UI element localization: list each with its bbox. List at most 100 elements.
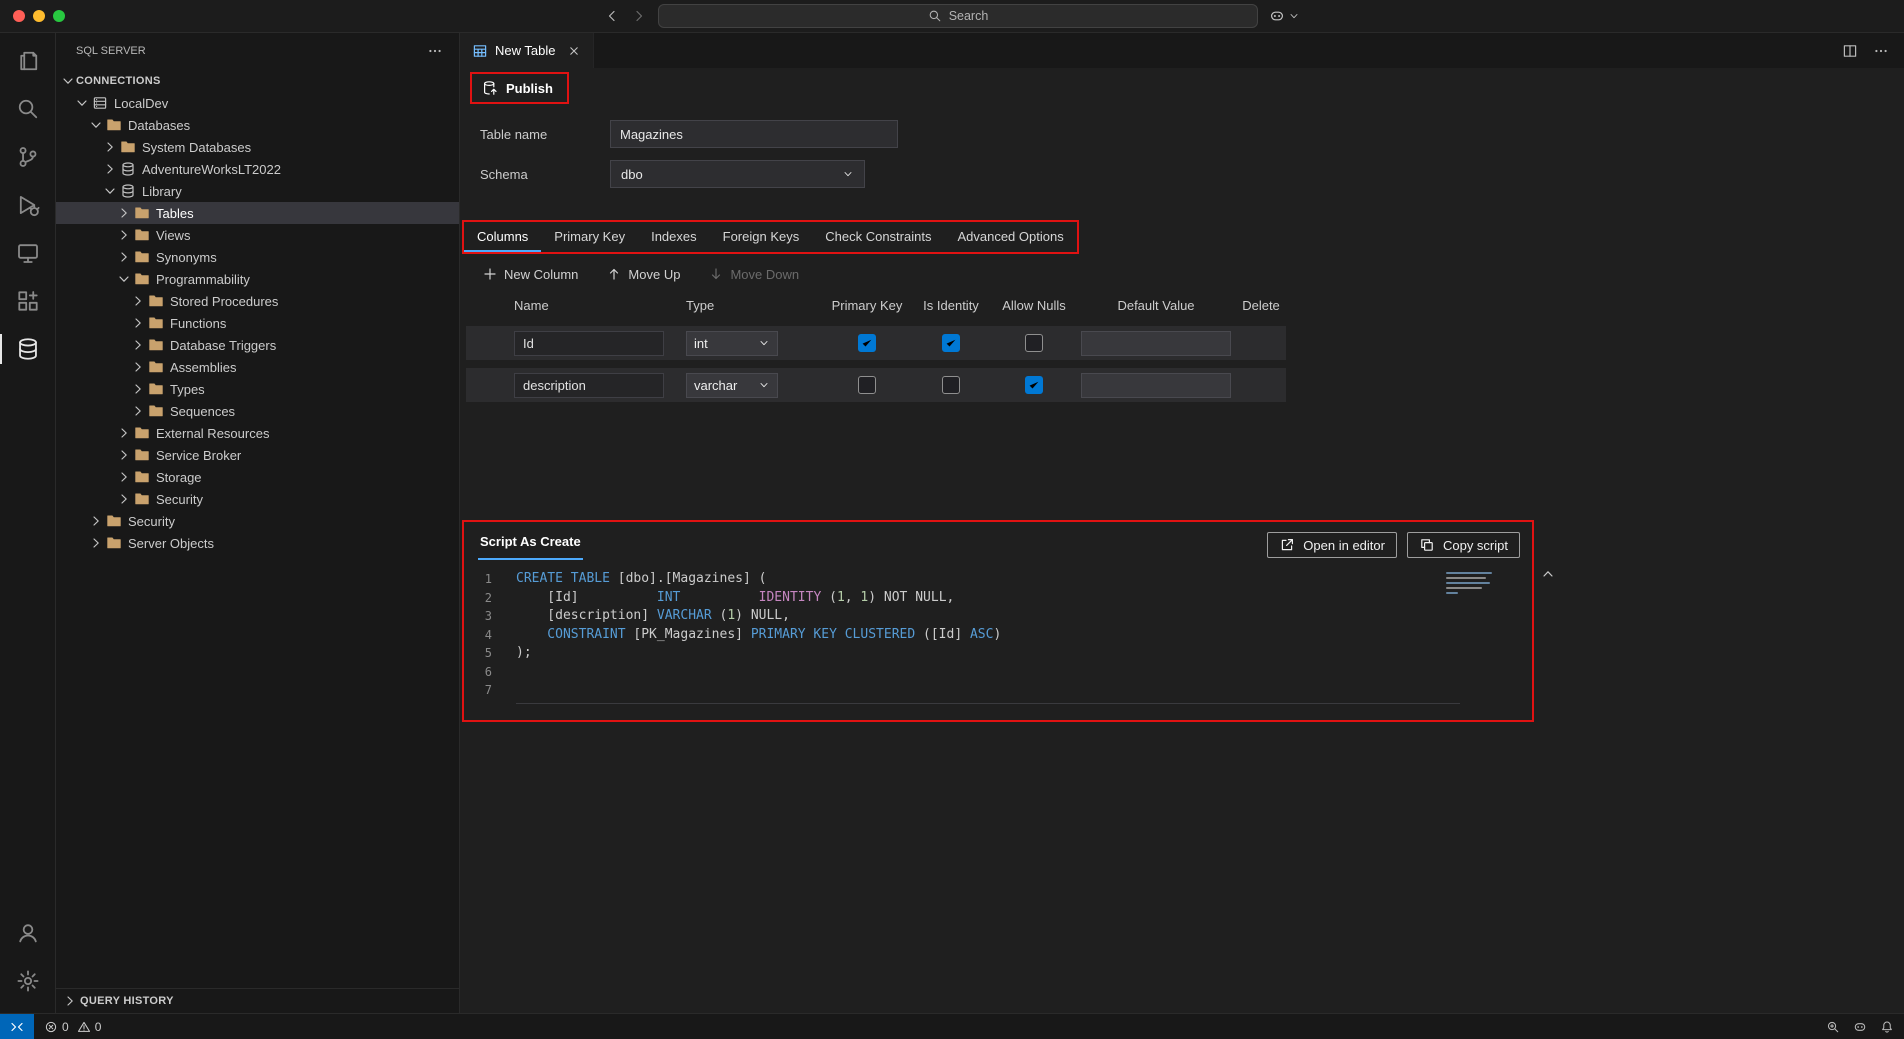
server-icon (92, 95, 108, 111)
code-line: 3 [description] VARCHAR (1) NULL, (464, 607, 1532, 626)
designer-tab-foreign-keys[interactable]: Foreign Keys (710, 222, 813, 252)
nav-back-button[interactable] (604, 8, 620, 24)
tree-item-adventureworkslt2022[interactable]: AdventureWorksLT2022 (56, 158, 459, 180)
allow-nulls-checkbox[interactable] (1025, 376, 1043, 394)
tree-item-tables[interactable]: Tables (56, 202, 459, 224)
tree-item-label: Stored Procedures (170, 294, 278, 309)
activity-item-debug[interactable] (0, 181, 55, 229)
column-type-value: varchar (694, 378, 737, 393)
publish-button[interactable]: Publish (482, 78, 553, 98)
editor-more-button[interactable] (1873, 43, 1889, 59)
tree-item-storage[interactable]: Storage (56, 466, 459, 488)
sidebar-header: SQL SERVER (56, 33, 459, 68)
designer-tab-columns[interactable]: Columns (464, 222, 541, 252)
is-identity-checkbox[interactable] (942, 334, 960, 352)
problems-indicator[interactable]: 0 0 (44, 1020, 105, 1034)
tree-item-databases[interactable]: Databases (56, 114, 459, 136)
bell-button[interactable] (1880, 1020, 1894, 1034)
primary-key-checkbox[interactable] (858, 334, 876, 352)
allow-nulls-checkbox[interactable] (1025, 334, 1043, 352)
tree-item-security[interactable]: Security (56, 510, 459, 532)
designer-tab-indexes[interactable]: Indexes (638, 222, 710, 252)
new-column-button[interactable]: New Column (482, 266, 578, 282)
tree-item-label: Security (156, 492, 203, 507)
script-pane-header: Script As Create Open in editor Copy scr… (464, 522, 1532, 560)
minimize-window-button[interactable] (33, 10, 45, 22)
tab-new-table[interactable]: New Table (460, 33, 594, 68)
default-value-input[interactable] (1081, 331, 1231, 356)
activity-item-remote-explorer[interactable] (0, 229, 55, 277)
open-in-editor-button[interactable]: Open in editor (1267, 532, 1397, 558)
schema-select[interactable]: dbo (610, 160, 865, 188)
tree-item-synonyms[interactable]: Synonyms (56, 246, 459, 268)
designer-tab-advanced-options[interactable]: Advanced Options (944, 222, 1076, 252)
folder-icon (148, 359, 164, 375)
tree-item-stored-procedures[interactable]: Stored Procedures (56, 290, 459, 312)
table-name-input[interactable] (610, 120, 898, 148)
folder-icon (134, 447, 150, 463)
close-tab-button[interactable] (567, 44, 581, 58)
tree-item-connections[interactable]: CONNECTIONS (56, 70, 459, 92)
collapse-script-pane-button[interactable] (1540, 566, 1556, 582)
tree-item-views[interactable]: Views (56, 224, 459, 246)
activity-item-settings[interactable] (0, 957, 55, 1005)
tree-item-system-databases[interactable]: System Databases (56, 136, 459, 158)
tree-item-assemblies[interactable]: Assemblies (56, 356, 459, 378)
activity-item-account[interactable] (0, 909, 55, 957)
remote-indicator[interactable] (0, 1014, 34, 1039)
search-box[interactable]: Search (658, 4, 1258, 28)
code-line: 7 (464, 681, 1532, 700)
query-history-section[interactable]: QUERY HISTORY (56, 988, 459, 1013)
designer-tab-check-constraints[interactable]: Check Constraints (812, 222, 944, 252)
script-code-viewer[interactable]: 1CREATE TABLE [dbo].[Magazines] (2 [Id] … (464, 560, 1532, 720)
tree-item-library[interactable]: Library (56, 180, 459, 202)
zoom-in-button[interactable] (1826, 1020, 1840, 1034)
title-bar: Search (0, 0, 1904, 33)
drag-handle[interactable] (466, 365, 506, 405)
column-name-input[interactable] (514, 331, 664, 356)
column-type-select[interactable]: int (686, 331, 778, 356)
split-editor-button[interactable] (1842, 43, 1858, 59)
tree-item-security[interactable]: Security (56, 488, 459, 510)
columns-grid: NameTypePrimary KeyIs IdentityAllow Null… (466, 292, 1286, 402)
copilot-button[interactable] (1853, 1020, 1867, 1034)
primary-key-checkbox[interactable] (858, 376, 876, 394)
move-up-button[interactable]: Move Up (606, 266, 680, 282)
is-identity-checkbox[interactable] (942, 376, 960, 394)
tree-item-external-resources[interactable]: External Resources (56, 422, 459, 444)
schema-value: dbo (621, 167, 643, 182)
tree-item-service-broker[interactable]: Service Broker (56, 444, 459, 466)
activity-item-extensions[interactable] (0, 277, 55, 325)
column-name-input[interactable] (514, 373, 664, 398)
tree-item-programmability[interactable]: Programmability (56, 268, 459, 290)
tree-item-database-triggers[interactable]: Database Triggers (56, 334, 459, 356)
default-value-input[interactable] (1081, 373, 1231, 398)
code-line: 2 [Id] INT IDENTITY (1, 1) NOT NULL, (464, 589, 1532, 608)
tree-item-functions[interactable]: Functions (56, 312, 459, 334)
designer-tab-primary-key[interactable]: Primary Key (541, 222, 638, 252)
line-number: 7 (464, 681, 516, 700)
activity-item-explorer[interactable] (0, 37, 55, 85)
zoom-window-button[interactable] (53, 10, 65, 22)
column-type-select[interactable]: varchar (686, 373, 778, 398)
close-window-button[interactable] (13, 10, 25, 22)
tree-item-localdev[interactable]: LocalDev (56, 92, 459, 114)
sidebar-more-button[interactable] (427, 43, 443, 59)
tree-item-label: Storage (156, 470, 202, 485)
folder-icon (148, 315, 164, 331)
drag-handle[interactable] (466, 323, 506, 363)
tree-item-server-objects[interactable]: Server Objects (56, 532, 459, 554)
nav-forward-button[interactable] (631, 8, 647, 24)
copilot-menu-button[interactable] (1269, 8, 1300, 24)
tree-item-sequences[interactable]: Sequences (56, 400, 459, 422)
activity-item-source-control[interactable] (0, 133, 55, 181)
tree-item-label: Service Broker (156, 448, 241, 463)
search-icon (928, 9, 942, 23)
chevron-right-icon (130, 359, 146, 375)
copy-script-button[interactable]: Copy script (1407, 532, 1520, 558)
activity-item-search[interactable] (0, 85, 55, 133)
activity-item-sql-server[interactable] (0, 325, 55, 373)
tree-item-types[interactable]: Types (56, 378, 459, 400)
tree-item-label: AdventureWorksLT2022 (142, 162, 281, 177)
script-as-create-tab[interactable]: Script As Create (478, 532, 583, 560)
